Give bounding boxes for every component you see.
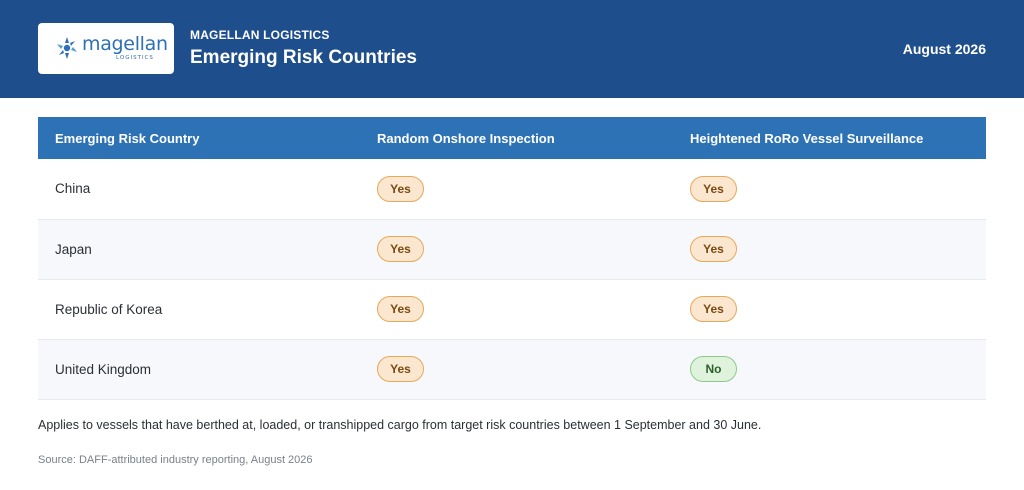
surveillance-cell: Yes [673, 219, 986, 280]
column-header-surveillance: Heightened RoRo Vessel Surveillance [673, 117, 986, 159]
status-badge: Yes [690, 296, 737, 322]
page-header: magellan LOGISTICS MAGELLAN LOGISTICS Em… [0, 0, 1024, 98]
surveillance-cell: Yes [673, 279, 986, 340]
applicability-note: Applies to vessels that have berthed at,… [38, 418, 762, 432]
inspection-cell: Yes [360, 279, 673, 340]
inspection-cell: Yes [360, 219, 673, 280]
surveillance-cell: No [673, 339, 986, 400]
status-badge: Yes [377, 236, 424, 262]
company-logo: magellan LOGISTICS [38, 23, 174, 74]
risk-table: Emerging Risk Country Random Onshore Ins… [38, 117, 986, 400]
inspection-cell: Yes [360, 339, 673, 400]
table-header-row: Emerging Risk Country Random Onshore Ins… [38, 117, 986, 159]
status-badge: No [690, 356, 737, 382]
status-badge: Yes [377, 356, 424, 382]
status-badge: Yes [377, 296, 424, 322]
page-title: Emerging Risk Countries [190, 47, 417, 68]
source-citation: Source: DAFF-attributed industry reporti… [38, 454, 313, 466]
inspection-cell: Yes [360, 159, 673, 220]
column-header-inspection: Random Onshore Inspection [360, 117, 673, 159]
country-cell: China [38, 159, 360, 220]
table-row: Republic of Korea Yes Yes [38, 279, 986, 340]
report-date: August 2026 [902, 41, 986, 57]
brand-name: MAGELLAN LOGISTICS [190, 28, 330, 42]
logo-subtext: LOGISTICS [116, 55, 154, 61]
star-logo-icon [57, 37, 77, 59]
table-row: Japan Yes Yes [38, 219, 986, 280]
column-header-country: Emerging Risk Country [38, 117, 360, 159]
status-badge: Yes [377, 175, 424, 202]
logo-wordmark: magellan [82, 33, 168, 55]
table-row: China Yes Yes [38, 159, 986, 220]
surveillance-cell: Yes [673, 159, 986, 220]
country-cell: Japan [38, 219, 360, 280]
country-cell: United Kingdom [38, 339, 360, 400]
table-row: United Kingdom Yes No [38, 339, 986, 400]
country-cell: Republic of Korea [38, 279, 360, 340]
status-badge: Yes [690, 236, 737, 262]
status-badge: Yes [690, 175, 737, 202]
